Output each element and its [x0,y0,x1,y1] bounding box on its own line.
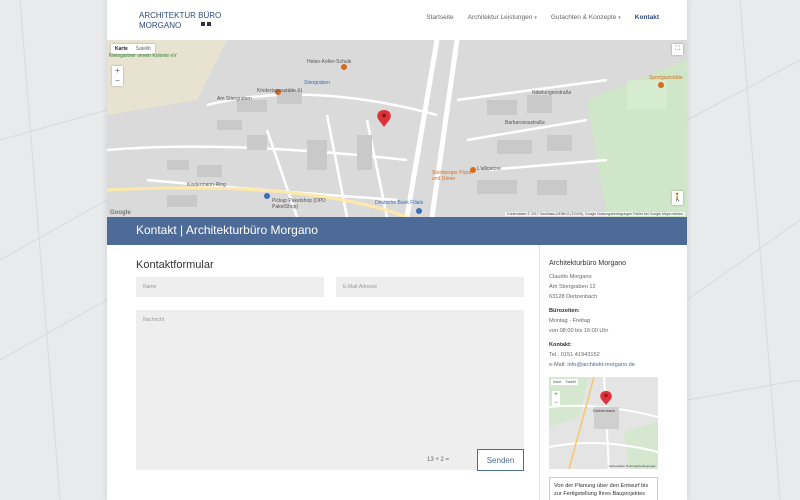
contact-label: Kontakt: [549,342,572,348]
map-label-kita: Kindertagesstätte XI [257,88,303,94]
captcha-question: 13 + 2 = [427,457,450,463]
map-label-deutsche-bank: Deutsche Bank Filiale [375,200,424,206]
zoom-out-button[interactable]: − [115,76,120,86]
mini-map-footer[interactable]: Kartendaten Nutzungsbedingungen [609,464,656,468]
mini-zoom-out-button[interactable]: − [554,399,558,407]
mini-map-tabs: Karte Satellit [551,379,578,385]
nav-item-label: Kontakt [634,14,659,21]
hours-days: Montag - Freitag [549,318,591,324]
chevron-down-icon: ▾ [534,14,537,21]
nav-item-startseite[interactable]: Startseite [426,14,453,21]
logo[interactable]: ARCHITEKTUR BÜRO MORGANO [139,6,231,34]
google-logo: Google [110,210,131,216]
hours-time: von 08:00 bis 16:00 Uhr [549,328,609,334]
map-zoom-control: + − [112,66,123,86]
sidebar-street: Am Stiergraben 12 [549,284,596,290]
zoom-in-button[interactable]: + [115,66,120,76]
map-canvas[interactable] [107,40,687,217]
nav-item-architektur-leistungen[interactable]: Architektur Leistungen ▾ [468,14,537,21]
map-label-alligatore: L'alligatore [477,166,502,172]
mini-tab-satellit[interactable]: Satellit [563,379,578,385]
map-label-street2: Am Stiergraben [217,96,252,102]
contact-tel: Tel.: 0151 41943152 [549,352,600,358]
chevron-down-icon: ▾ [618,14,621,21]
mail-link[interactable]: info@architekt-morgano.de [567,362,635,368]
map-footer[interactable]: Kartendaten © 2017 GeoBasis-DE/BKG (©200… [505,212,685,216]
sidebar-person: Claudio Morgano [549,274,592,280]
mini-tab-karte[interactable]: Karte [551,379,563,385]
map-label-street4: Nibelungenstraße [532,90,572,96]
map-label-kleingarten: Kleingärtner verein Kolonie eV [109,53,177,59]
captcha-input[interactable] [450,450,470,470]
map-label-sport: Sportgaststätte [649,75,683,81]
map-label-pickup: Pickup Paketshop (DPD PaketShop) [272,198,326,210]
form-title: Kontaktformular [136,259,214,271]
mini-map-city-label: Dietzenbach [593,408,616,413]
map-label-street1: Stiergraben [304,80,330,86]
sidebar: Architekturbüro Morgano Claudio Morgano … [539,245,687,500]
nav-item-gutachten-konzepte[interactable]: Gutachten & Konzepte ▾ [551,14,621,21]
page-container: ARCHITEKTUR BÜRO MORGANO Startseite Archi… [107,0,687,500]
sidebar-heading: Architekturbüro Morgano [549,260,627,267]
promo-box: Von der Planung über den Entwurf bis zur… [549,477,658,500]
mini-zoom-control: + − [552,391,560,407]
nav-item-label: Startseite [426,14,454,21]
map[interactable]: Karte Satellit + − ⛶ 🚶 Kleingärtner vere… [107,40,687,217]
fullscreen-icon[interactable]: ⛶ [672,44,683,55]
nav-item-kontakt[interactable]: Kontakt [635,14,659,21]
main-nav: Startseite Architektur Leistungen ▾ Gutacht… [426,14,659,21]
svg-text:ARCHITEKTUR BÜRO: ARCHITEKTUR BÜRO [139,11,221,20]
page-title: Kontakt | Architekturbüro Morgano [136,223,318,237]
nav-item-label: Gutachten & Konzepte [550,14,617,21]
mini-map[interactable]: Karte Satellit + − Dietzenbach Kartendat… [549,377,658,469]
mini-zoom-in-button[interactable]: + [554,391,558,399]
site-header: ARCHITEKTUR BÜRO MORGANO Startseite Archi… [107,0,687,40]
map-label-school: Helen-Keller-Schule [307,59,352,65]
title-band: Kontakt | Architekturbüro Morgano [107,217,687,245]
mini-map-canvas[interactable] [549,377,658,469]
map-label-street5: Barbarossastraße [505,120,545,126]
name-input[interactable]: Name [136,277,324,297]
svg-text:MORGANO: MORGANO [139,21,181,30]
map-label-street3: Kindermann-Ring [187,182,226,188]
sidebar-city: 63128 Dietzenbach [549,294,598,300]
message-textarea[interactable]: Nachricht [136,310,524,470]
nav-item-label: Architektur Leistungen [467,14,533,21]
send-button[interactable]: Senden [477,449,524,471]
pegman-icon[interactable]: 🚶 [672,191,683,205]
email-input[interactable]: E-Mail-Adresse [336,277,524,297]
contact-mail: e-Mail: info@architekt-morgano.de [549,362,635,368]
map-label-steinberger: Steinberger Pizza und Döner [432,170,472,182]
hours-label: Bürozeiten: [549,308,580,314]
